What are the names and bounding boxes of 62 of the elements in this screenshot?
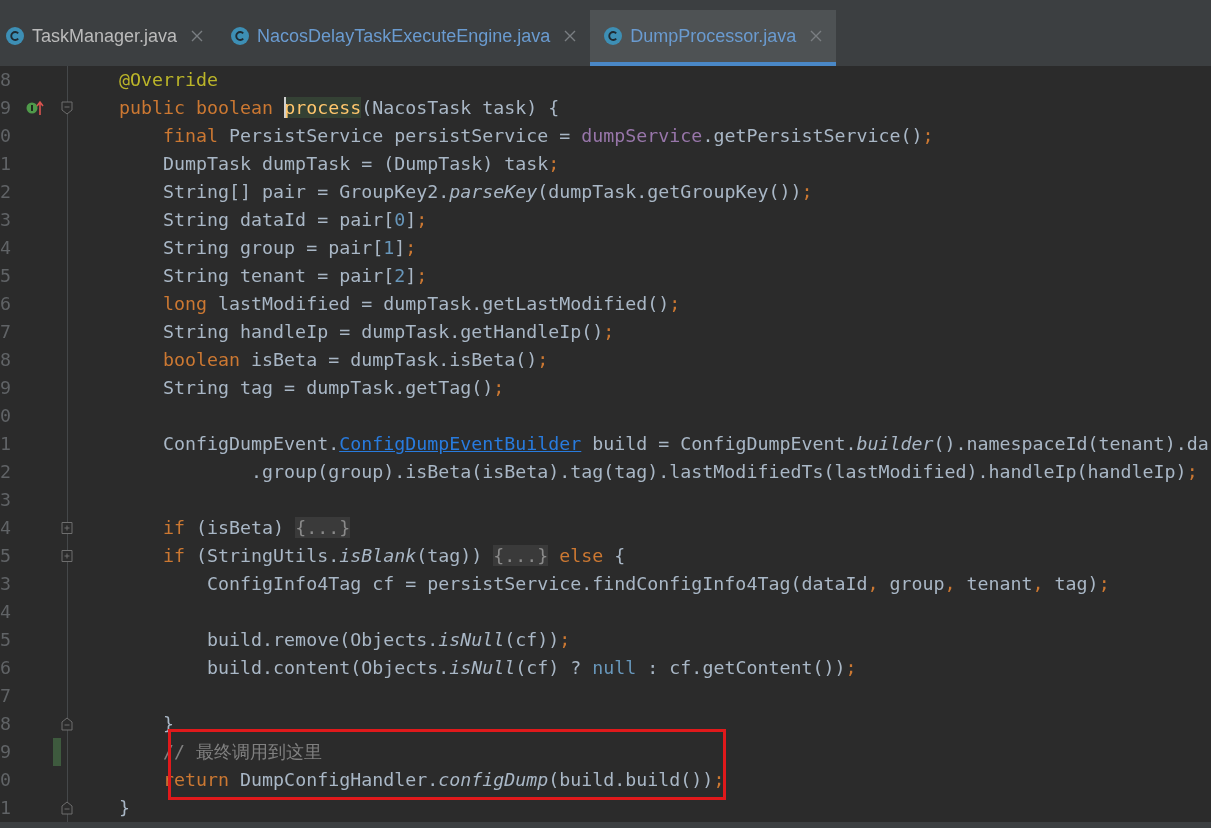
line-number: 5 — [0, 264, 12, 288]
line-number: 8 — [0, 348, 12, 372]
code-line: String[] pair = GroupKey2.parseKey(dumpTask.getGroupKey()); — [162, 180, 813, 204]
line-number: 4 — [0, 236, 12, 260]
class-icon — [604, 27, 623, 45]
code-line: @Override — [118, 68, 219, 92]
line-number: 6 — [0, 656, 12, 680]
line-number: 0 — [0, 404, 12, 428]
code-line: String handleIp = dumpTask.getHandleIp(); — [162, 320, 615, 344]
close-icon[interactable] — [564, 30, 577, 42]
code-line: ConfigInfo4Tag cf = persistService.findConfigInfo4Tag(dataId, group, tenant, tag); — [206, 572, 1110, 596]
code-line: ConfigDumpEvent.ConfigDumpEventBuilder build = ConfigDumpEvent.builder().namespaceId(tenant).da — [162, 432, 1209, 456]
code-line: if (isBeta) {...} — [162, 516, 351, 540]
code-line: .group(group).isBeta(isBeta).tag(tag).lastModifiedTs(lastModified).handleIp(handleIp); — [250, 460, 1198, 484]
code-line: String dataId = pair[0]; — [162, 208, 428, 232]
line-number: 8 — [0, 68, 12, 92]
code-line: long lastModified = dumpTask.getLastModified(); — [162, 292, 681, 316]
circle-up-arrow-icon[interactable] — [24, 99, 45, 117]
collapse-icon[interactable] — [61, 717, 73, 731]
code-line: } — [118, 796, 131, 820]
code-line: String tenant = pair[2]; — [162, 264, 428, 288]
expand-icon[interactable] — [61, 549, 73, 563]
line-number: 9 — [0, 96, 12, 120]
code-line: boolean isBeta = dumpTask.isBeta(); — [162, 348, 549, 372]
line-number: 4 — [0, 600, 12, 624]
line-number: 9 — [0, 376, 12, 400]
code-line: build.remove(Objects.isNull(cf)); — [206, 628, 571, 652]
collapse-icon[interactable] — [61, 801, 73, 815]
code-line: String group = pair[1]; — [162, 236, 417, 260]
code-line: if (StringUtils.isBlank(tag)) {...} else { — [162, 544, 626, 568]
line-number: 1 — [0, 152, 12, 176]
line-number: 2 — [0, 460, 12, 484]
code-line: String tag = dumpTask.getTag(); — [162, 376, 505, 400]
close-icon[interactable] — [810, 30, 823, 42]
editor-tab[interactable]: NacosDelayTaskExecuteEngine.java — [217, 10, 591, 66]
collapse-icon[interactable] — [61, 101, 73, 115]
line-number: 4 — [0, 516, 12, 540]
line-number: 3 — [0, 572, 12, 596]
class-icon — [6, 27, 24, 45]
line-number: 5 — [0, 628, 12, 652]
line-number: 3 — [0, 488, 12, 512]
class-icon — [231, 27, 250, 45]
editor-tab[interactable]: TaskManager.java — [0, 10, 218, 66]
line-number: 5 — [0, 544, 12, 568]
line-number: 0 — [0, 124, 12, 148]
line-number: 7 — [0, 320, 12, 344]
code-line: public boolean process(NacosTask task) { — [118, 96, 560, 120]
line-number: 3 — [0, 208, 12, 232]
line-number: 6 — [0, 292, 12, 316]
close-icon[interactable] — [191, 30, 204, 42]
expand-icon[interactable] — [61, 521, 73, 535]
line-number: 7 — [0, 684, 12, 708]
code-line: final PersistService persistService = dumpService.getPersistService(); — [162, 124, 934, 148]
line-number: 9 — [0, 740, 12, 764]
line-number: 1 — [0, 796, 12, 820]
line-number: 0 — [0, 768, 12, 792]
line-number: 8 — [0, 712, 12, 736]
line-number: 1 — [0, 432, 12, 456]
code-line: build.content(Objects.isNull(cf) ? null : cf.getContent()); — [206, 656, 857, 680]
editor-tab[interactable]: DumpProcessor.java — [590, 10, 837, 66]
code-line: DumpTask dumpTask = (DumpTask) task; — [162, 152, 560, 176]
line-number: 2 — [0, 180, 12, 204]
